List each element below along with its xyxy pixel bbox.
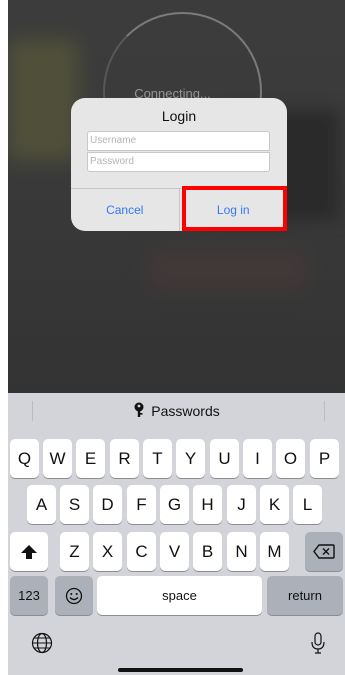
key-s[interactable]: S xyxy=(60,485,89,524)
key-n[interactable]: N xyxy=(227,532,256,571)
globe-icon xyxy=(31,632,53,654)
key-a[interactable]: A xyxy=(27,485,56,524)
shift-key[interactable] xyxy=(10,532,48,571)
dialog-title: Login xyxy=(161,108,197,124)
key-y[interactable]: Y xyxy=(176,439,205,478)
space-key[interactable]: space xyxy=(97,576,262,615)
suggestion-bar: Passwords xyxy=(8,393,345,431)
username-field[interactable]: Username xyxy=(87,131,270,151)
login-button[interactable]: Log in xyxy=(178,189,288,231)
key-e[interactable]: E xyxy=(76,439,105,478)
key-k[interactable]: K xyxy=(260,485,289,524)
numbers-key[interactable]: 123 xyxy=(10,576,48,615)
microphone-icon xyxy=(311,632,325,654)
emoji-key[interactable] xyxy=(55,576,93,615)
shift-icon xyxy=(21,544,37,559)
backspace-icon xyxy=(313,544,335,559)
key-d[interactable]: D xyxy=(93,485,122,524)
key-b[interactable]: B xyxy=(193,532,222,571)
passwords-label: Passwords xyxy=(151,403,220,419)
key-g[interactable]: G xyxy=(160,485,189,524)
key-u[interactable]: U xyxy=(210,439,239,478)
key-o[interactable]: O xyxy=(276,439,305,478)
cancel-button[interactable]: Cancel xyxy=(71,189,179,231)
globe-button[interactable] xyxy=(30,631,54,655)
username-placeholder: Username xyxy=(90,135,137,146)
password-field[interactable]: Password xyxy=(87,152,270,172)
key-c[interactable]: C xyxy=(127,532,156,571)
passwords-suggestion[interactable]: Passwords xyxy=(8,402,345,419)
home-indicator xyxy=(118,668,243,672)
return-key[interactable]: return xyxy=(267,576,343,615)
background-blur-shape xyxy=(148,250,308,290)
key-q[interactable]: Q xyxy=(10,439,39,478)
key-w[interactable]: W xyxy=(43,439,72,478)
key-i[interactable]: I xyxy=(243,439,272,478)
key-f[interactable]: F xyxy=(127,485,156,524)
dictation-button[interactable] xyxy=(306,631,330,655)
key-m[interactable]: M xyxy=(260,532,289,571)
dialog-actions: Cancel Log in xyxy=(71,188,287,231)
password-placeholder: Password xyxy=(90,156,134,167)
key-t[interactable]: T xyxy=(143,439,172,478)
key-r[interactable]: R xyxy=(110,439,139,478)
keyboard: Passwords Q W E R T Y U I O P A S D F G … xyxy=(8,393,345,675)
key-l[interactable]: L xyxy=(293,485,322,524)
emoji-icon xyxy=(65,587,83,604)
key-z[interactable]: Z xyxy=(60,532,89,571)
key-j[interactable]: J xyxy=(227,485,256,524)
key-v[interactable]: V xyxy=(160,532,189,571)
key-icon xyxy=(134,402,144,417)
login-dialog: Login Username Password Cancel Log in xyxy=(71,98,287,231)
key-p[interactable]: P xyxy=(310,439,339,478)
suggestion-divider xyxy=(324,401,325,421)
key-x[interactable]: X xyxy=(93,532,122,571)
key-h[interactable]: H xyxy=(193,485,222,524)
delete-key[interactable] xyxy=(305,532,343,571)
